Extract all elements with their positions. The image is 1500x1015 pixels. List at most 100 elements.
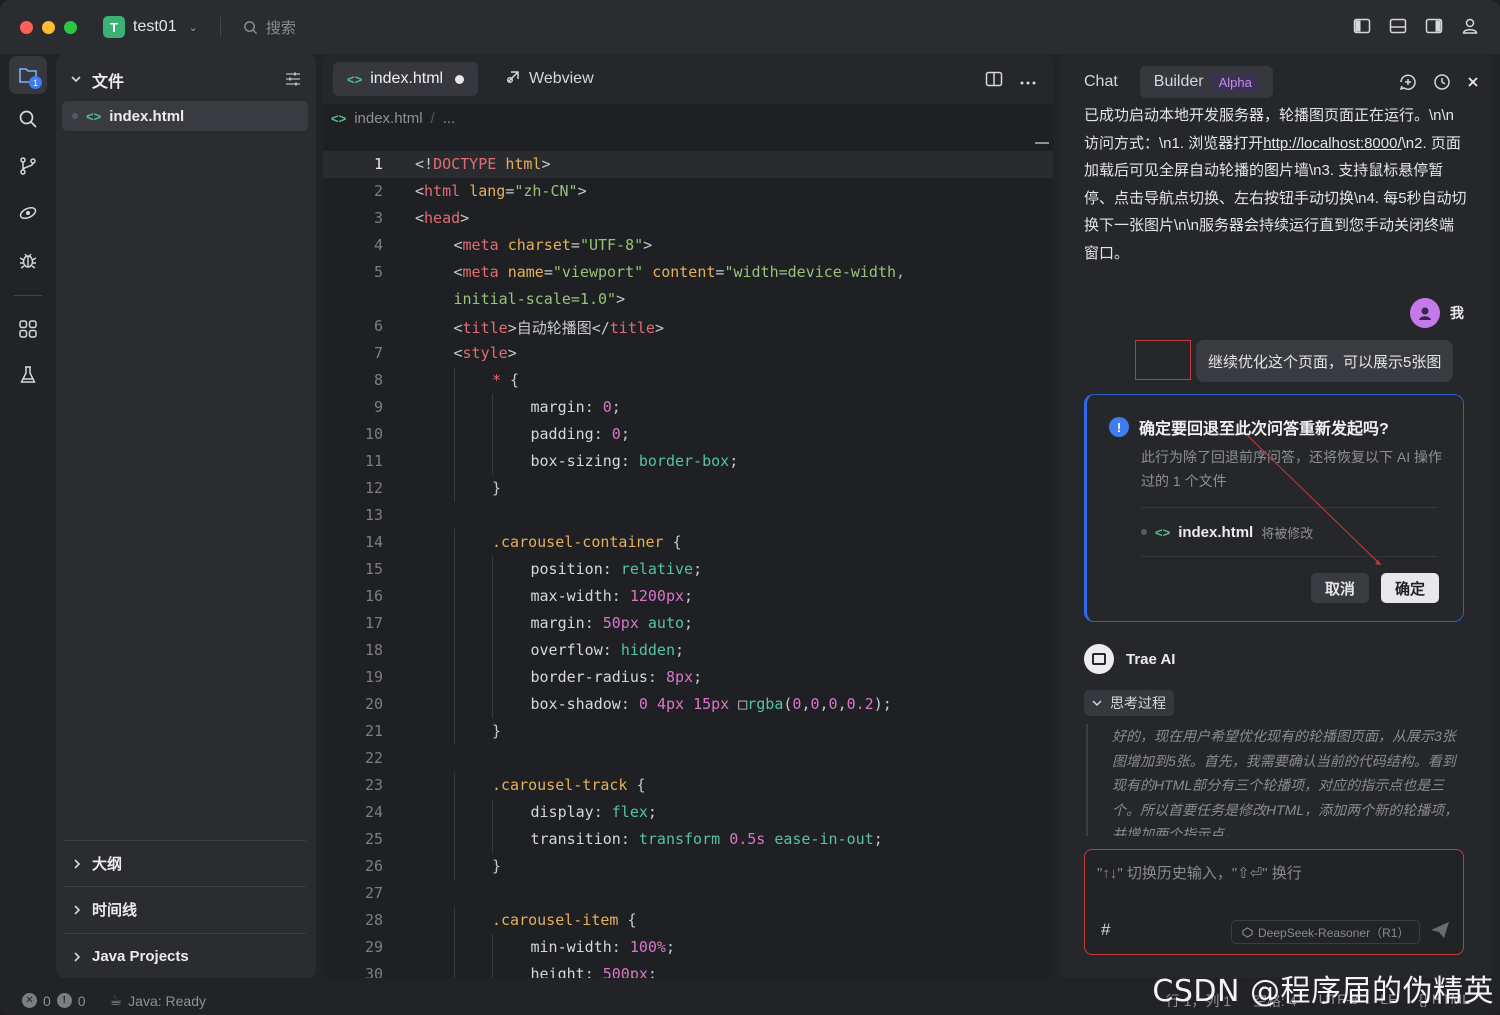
indent-guide bbox=[453, 583, 455, 610]
close-icon[interactable] bbox=[1466, 75, 1480, 92]
code-line[interactable]: 17 margin: 50px auto; bbox=[323, 610, 1053, 637]
context-hash-button[interactable]: # bbox=[1101, 920, 1110, 940]
code-token: transform bbox=[638, 830, 721, 848]
indent-guide bbox=[492, 934, 493, 961]
java-projects-section[interactable]: Java Projects bbox=[64, 933, 306, 979]
html-file-icon: <> bbox=[347, 71, 363, 87]
code-line[interactable]: 26} bbox=[323, 853, 1053, 880]
line-content: initial-scale=1.0"> bbox=[454, 290, 626, 308]
toggle-sidebar-icon[interactable] bbox=[1352, 16, 1372, 36]
history-icon[interactable] bbox=[1432, 72, 1452, 95]
input-placeholder: "↑↓" 切换历史输入，"⇧⏎" 换行 bbox=[1097, 865, 1302, 882]
code-line[interactable]: 29 min-width: 100%; bbox=[323, 934, 1053, 961]
code-line[interactable]: 11 box-sizing: border-box; bbox=[323, 448, 1053, 475]
code-line[interactable]: 12} bbox=[323, 475, 1053, 502]
debug-activity[interactable] bbox=[9, 241, 47, 279]
remote-activity[interactable] bbox=[9, 194, 47, 232]
code-line[interactable]: 22 bbox=[323, 745, 1053, 772]
file-explorer: 文件 <> index.html 大纲 时间线 Java Projects bbox=[56, 54, 316, 978]
code-line[interactable]: 19 border-radius: 8px; bbox=[323, 664, 1053, 691]
breadcrumb-more[interactable]: ... bbox=[443, 110, 456, 127]
tab-chat[interactable]: Chat bbox=[1070, 66, 1132, 98]
code-token: 100% bbox=[629, 938, 666, 956]
outline-section[interactable]: 大纲 bbox=[64, 840, 306, 886]
code-line[interactable]: 24 display: flex; bbox=[323, 799, 1053, 826]
code-line[interactable]: 15 position: relative; bbox=[323, 556, 1053, 583]
testing-activity[interactable] bbox=[9, 356, 47, 394]
code-line[interactable]: 9 margin: 0; bbox=[323, 394, 1053, 421]
account-icon[interactable] bbox=[1460, 16, 1480, 36]
code-line[interactable]: 21} bbox=[323, 718, 1053, 745]
tab-index-html[interactable]: <> index.html bbox=[333, 62, 479, 96]
maximize-window-button[interactable] bbox=[64, 20, 77, 34]
explorer-header[interactable]: 文件 bbox=[70, 68, 302, 92]
code-line[interactable]: 13 bbox=[323, 502, 1053, 529]
code-line[interactable]: 28 .carousel-item { bbox=[323, 907, 1053, 934]
breadcrumb-file[interactable]: index.html bbox=[354, 110, 422, 127]
chat-input[interactable]: "↑↓" 切换历史输入，"⇧⏎" 换行 # DeepSeek-Reasoner（… bbox=[1084, 849, 1464, 955]
code-token: ; bbox=[684, 587, 694, 605]
search-activity[interactable] bbox=[9, 100, 47, 138]
code-line[interactable]: initial-scale=1.0"> bbox=[323, 286, 1053, 313]
code-line[interactable]: 27 bbox=[323, 880, 1053, 907]
activity-divider bbox=[14, 295, 42, 296]
send-icon[interactable] bbox=[1429, 920, 1451, 943]
code-token: meta bbox=[462, 236, 499, 254]
code-token: box-sizing bbox=[530, 452, 621, 470]
code-line[interactable]: 5 <meta name="viewport" content="width=de… bbox=[323, 259, 1053, 286]
extensions-activity[interactable] bbox=[9, 310, 47, 348]
minimize-window-button[interactable] bbox=[42, 20, 55, 34]
code-line[interactable]: 1 <!DOCTYPE html> bbox=[323, 151, 1053, 178]
code-line[interactable]: 14 .carousel-container { bbox=[323, 529, 1053, 556]
scrollbar-thumb[interactable] bbox=[1035, 142, 1049, 144]
file-tree-item[interactable]: <> index.html bbox=[62, 101, 308, 131]
global-search[interactable]: 搜索 bbox=[243, 17, 296, 38]
code-line[interactable]: 30 height: 500px; bbox=[323, 961, 1053, 978]
code-line[interactable]: 8 * { bbox=[323, 367, 1053, 394]
code-token: < bbox=[415, 209, 425, 227]
code-line[interactable]: 20 box-shadow: 0 4px 15px □rgba(0,0,0,0.2… bbox=[323, 691, 1053, 718]
code-line[interactable]: 7 <style> bbox=[323, 340, 1053, 367]
toggle-secondary-sidebar-icon[interactable] bbox=[1424, 16, 1444, 36]
indent-guide bbox=[453, 961, 455, 978]
code-token: : bbox=[620, 695, 639, 713]
code-line[interactable]: 23 .carousel-track { bbox=[323, 772, 1053, 799]
timeline-section[interactable]: 时间线 bbox=[64, 886, 306, 932]
thinking-toggle[interactable]: 思考过程 bbox=[1084, 690, 1174, 716]
code-line[interactable]: 16 max-width: 1200px; bbox=[323, 583, 1053, 610]
more-icon[interactable] bbox=[1019, 73, 1037, 89]
code-token: html bbox=[505, 155, 542, 173]
code-lines[interactable]: 1 <!DOCTYPE html> 2 <html lang="zh-CN"> 3 <he… bbox=[323, 151, 1053, 978]
sliders-icon[interactable] bbox=[284, 70, 302, 91]
source-control-activity[interactable] bbox=[9, 147, 47, 185]
git-branch-icon bbox=[20, 157, 36, 175]
code-line[interactable]: 4 <meta charset="UTF-8"> bbox=[323, 232, 1053, 259]
code-line[interactable]: 2 <html lang="zh-CN"> bbox=[323, 178, 1053, 205]
problems-indicator[interactable]: ✕ 0 ! 0 ☕ Java: Ready bbox=[22, 992, 206, 1009]
code-line[interactable]: 25 transition: transform 0.5s ease-in-out… bbox=[323, 826, 1053, 853]
java-status[interactable]: Java: Ready bbox=[128, 993, 206, 1009]
tab-builder[interactable]: Builder Alpha bbox=[1139, 66, 1273, 98]
tab-webview[interactable]: Webview bbox=[491, 62, 608, 96]
title-divider bbox=[219, 17, 221, 37]
code-line[interactable]: 10 padding: 0; bbox=[323, 421, 1053, 448]
breadcrumb-separator: / bbox=[430, 110, 435, 127]
line-number: 21 bbox=[364, 722, 383, 740]
new-chat-icon[interactable] bbox=[1398, 72, 1418, 95]
user-message[interactable]: 继续优化这个页面，可以展示5张图 bbox=[1196, 340, 1454, 382]
project-switcher[interactable]: T test01 ⌄ bbox=[103, 16, 198, 38]
toggle-panel-icon[interactable] bbox=[1388, 16, 1408, 36]
localhost-link[interactable]: http://localhost:8000/ bbox=[1263, 135, 1401, 152]
code-token: "UTF-8" bbox=[579, 236, 644, 254]
explorer-activity[interactable]: 1 bbox=[9, 56, 47, 94]
layout-controls bbox=[1352, 16, 1480, 36]
code-line[interactable]: 18 overflow: hidden; bbox=[323, 637, 1053, 664]
code-line[interactable]: 3 <head> bbox=[323, 205, 1053, 232]
model-selector[interactable]: DeepSeek-Reasoner（R1） bbox=[1231, 920, 1421, 944]
code-line[interactable]: 6 <title>自动轮播图</title> bbox=[323, 313, 1053, 340]
split-editor-icon[interactable] bbox=[985, 70, 1003, 91]
watermark: CSDN @程序届的伪精英 bbox=[1152, 974, 1494, 1009]
editor-tabs: <> index.html Webview bbox=[323, 54, 1053, 104]
close-window-button[interactable] bbox=[20, 20, 33, 34]
